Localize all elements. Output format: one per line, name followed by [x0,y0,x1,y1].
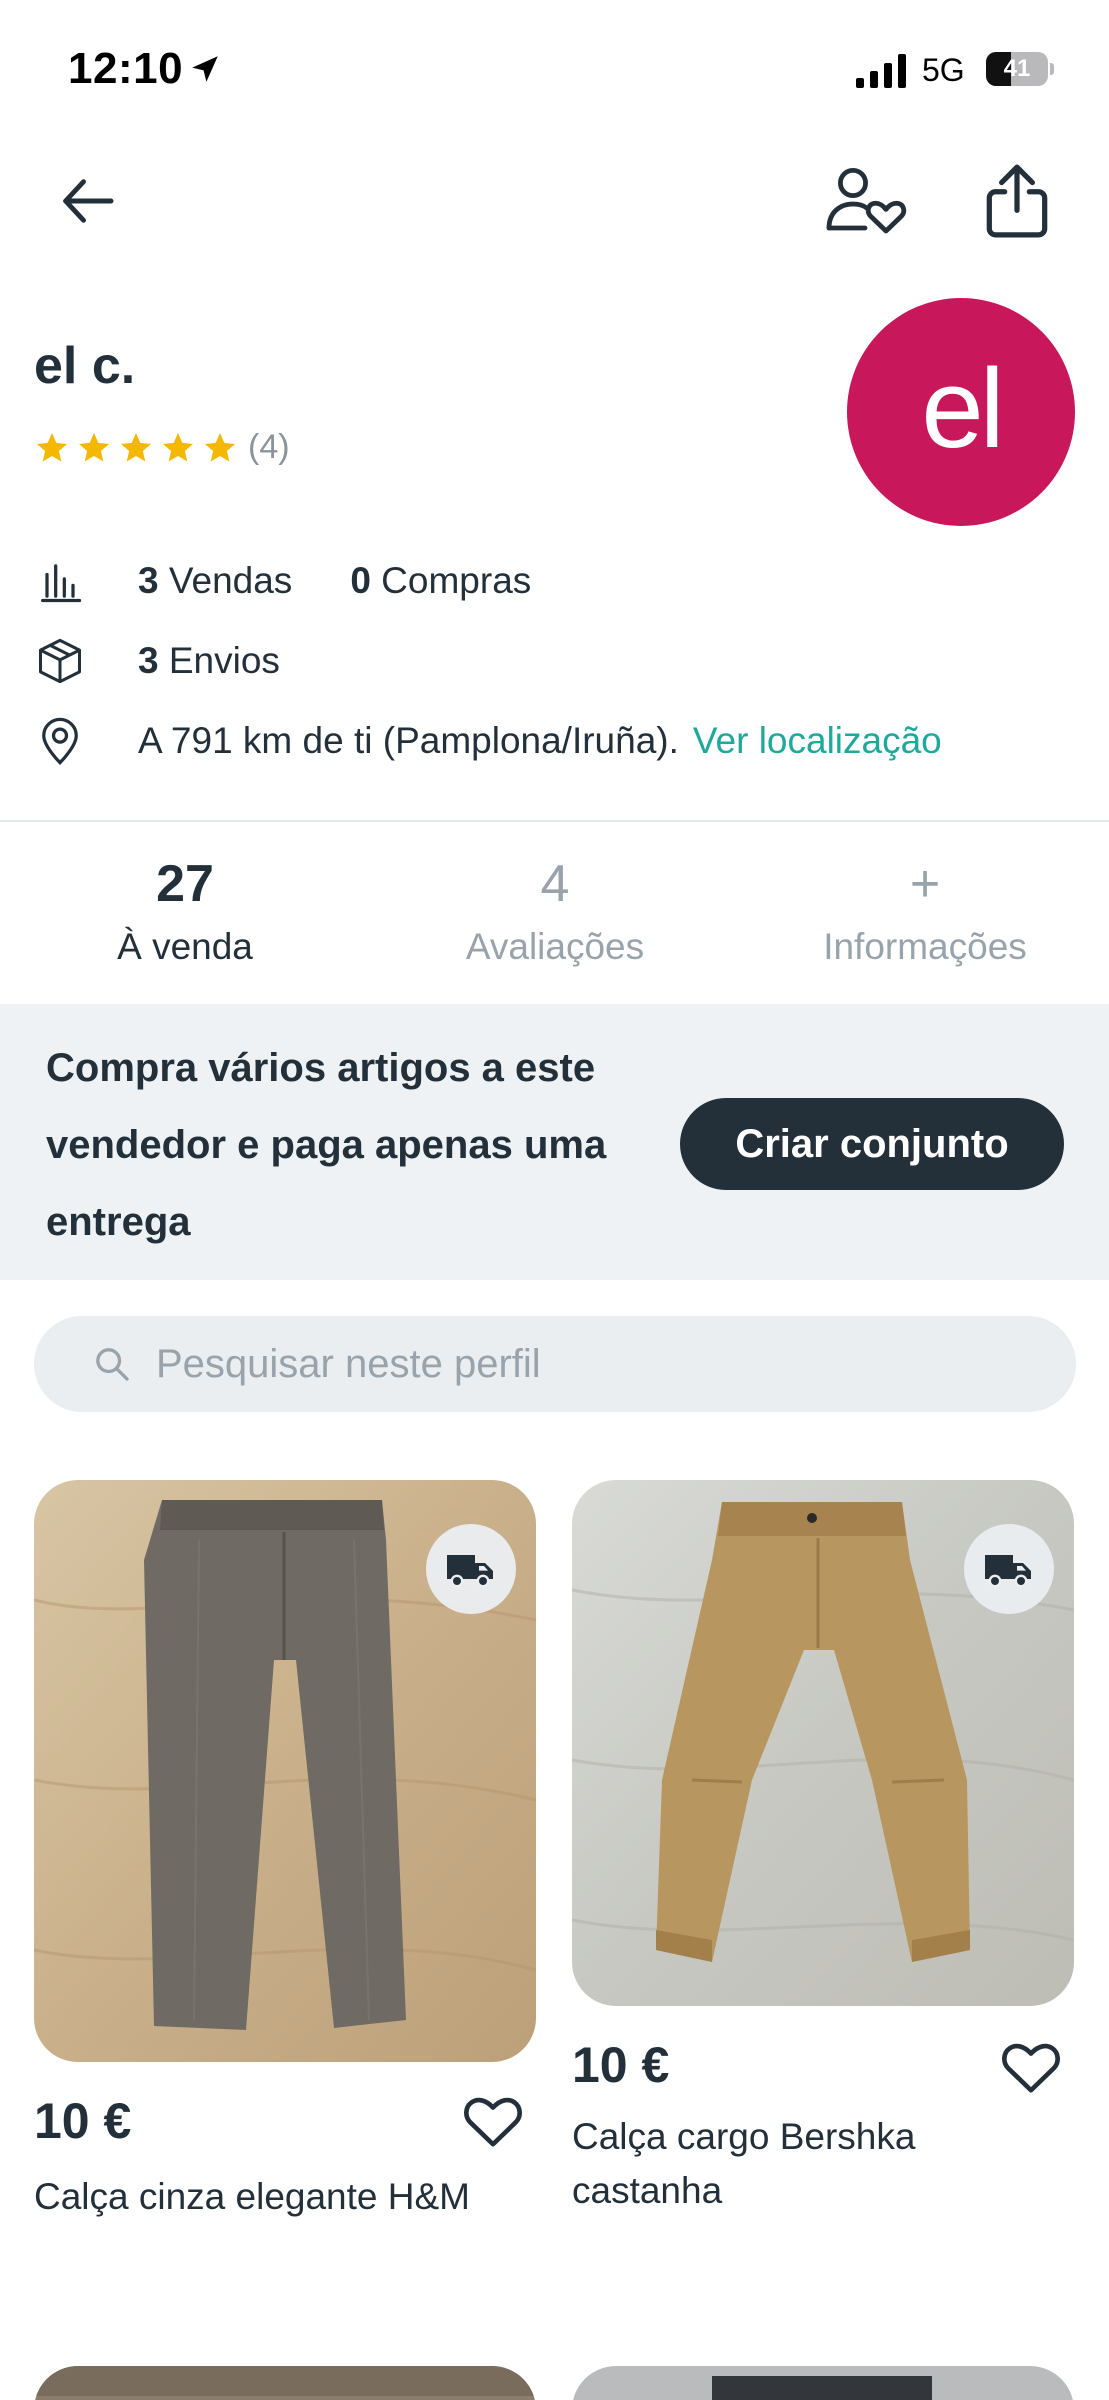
purchases-label: Compras [381,560,532,601]
search-icon [96,1348,129,1381]
follow-button[interactable] [820,156,910,246]
shipping-badge [964,1524,1054,1614]
arrow-left-icon [63,179,114,223]
status-bar: 12:10 5G 41 [0,0,1109,140]
network-label: 5G [922,52,965,88]
heart-icon [1002,2043,1060,2093]
favorite-button[interactable] [996,2032,1066,2102]
shipping-badge [426,1524,516,1614]
tab-info[interactable]: + Informações [740,822,1109,1004]
item-card[interactable]: 10 € Calça cinza elegante H&M [34,1480,536,2240]
profile-name: el c. [34,337,136,395]
item-price: 10 € [34,2093,132,2149]
item-photo[interactable] [34,1480,536,2062]
item-card-partial[interactable] [572,2366,1074,2400]
avatar[interactable]: el [847,298,1075,526]
top-nav [0,150,1109,260]
battery-icon: 41 [986,52,1054,86]
avatar-initials: el [921,345,1004,471]
item-card-partial[interactable] [34,2366,536,2400]
search-input[interactable] [156,1341,956,1387]
battery-level: 41 [1003,55,1031,82]
shipments-count: 3 [138,640,159,681]
tab-count: 4 [540,855,570,913]
bundle-promo-text: Compra vários artigos a este vendedor e … [46,1046,607,1244]
stats-sales-row: 3 Vendas 0 Compras [34,551,531,611]
item-title: Calça cinza elegante H&M [34,2176,470,2217]
box-icon [38,638,82,684]
create-bundle-button[interactable]: Criar conjunto [680,1098,1064,1190]
star-icon [37,432,67,461]
tab-count: + [909,855,941,913]
purchases-count: 0 [350,560,371,601]
heart-icon [464,2097,522,2147]
tab-label: À venda [117,926,253,967]
view-location-link[interactable]: Ver localização [693,720,942,762]
tab-reviews[interactable]: 4 Avaliações [370,822,740,1004]
status-time: 12:10 [68,44,184,93]
star-icon [79,432,109,461]
tab-for-sale[interactable]: 27 À venda [0,822,370,1004]
tab-count: 27 [156,855,214,913]
star-icon [121,432,151,461]
location-pin-icon [42,717,78,765]
bar-chart-icon [41,564,82,603]
sales-count: 3 [138,560,159,601]
truck-icon [985,1555,1031,1588]
item-photo[interactable] [572,1480,1074,2006]
star-icon [163,432,193,461]
location-arrow-icon [192,56,218,82]
rating[interactable]: (4) [34,428,290,467]
share-icon [986,164,1048,238]
share-button[interactable] [972,156,1062,246]
stats-location-row: A 791 km de ti (Pamplona/Iruña). Ver loc… [34,711,942,771]
item-card[interactable]: 10 € Calça cargo Bershka castanha [572,1480,1074,2240]
profile-tabs: 27 À venda 4 Avaliações + Informações [0,822,1109,1004]
item-price: 10 € [572,2037,670,2093]
bundle-promo: Compra vários artigos a este vendedor e … [0,1004,1109,1280]
stats-shipments-row: 3 Envios [34,631,280,691]
signal-icon [856,54,906,88]
rating-stars [34,430,244,466]
search-bar[interactable] [34,1316,1076,1412]
back-button[interactable] [44,156,134,246]
favorite-button[interactable] [458,2086,528,2156]
sales-label: Vendas [168,560,293,601]
item-title: Calça cargo Bershka castanha [572,2116,916,2211]
tab-label: Informações [823,926,1027,967]
person-heart-icon [826,168,907,234]
shipments-label: Envios [168,640,280,681]
truck-icon [447,1555,493,1588]
rating-count: (4) [248,428,290,466]
location-text: A 791 km de ti (Pamplona/Iruña). [138,720,679,761]
tab-label: Avaliações [465,926,645,967]
star-icon [205,432,235,461]
